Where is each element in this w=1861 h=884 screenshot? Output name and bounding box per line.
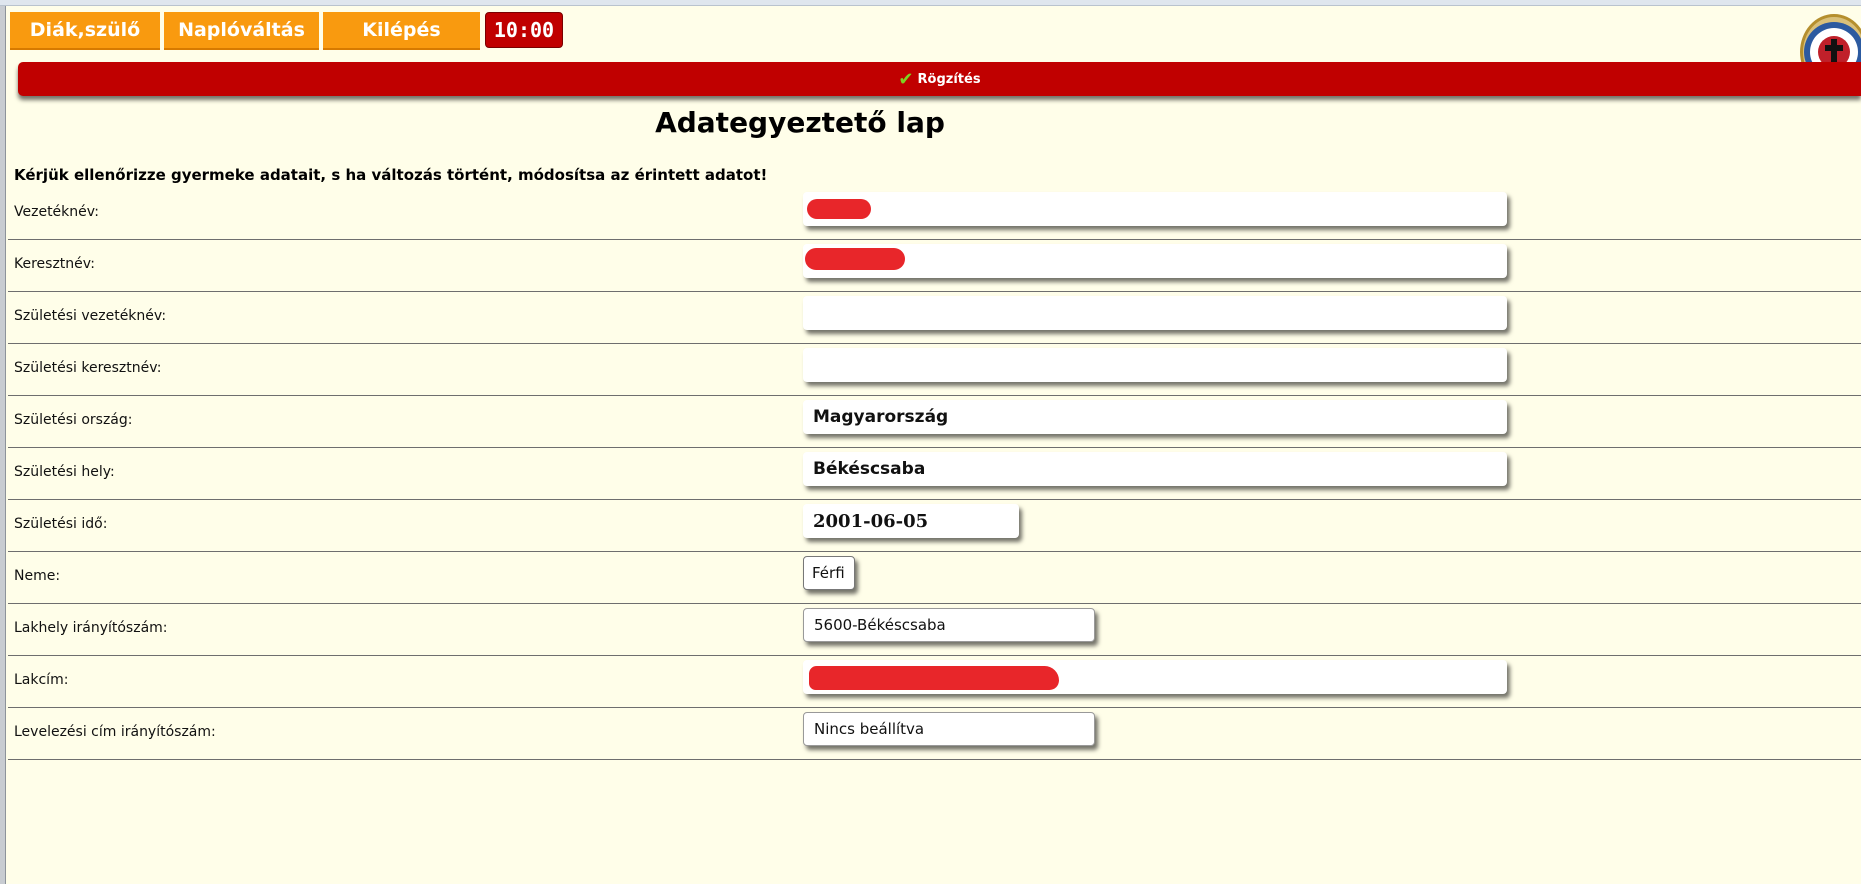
mail-zip-select[interactable]: Nincs beállítva <box>803 712 1095 746</box>
birth-last-name-label: Születési vezetéknév: <box>14 308 167 324</box>
mail-zip-value: Nincs beállítva <box>814 720 925 738</box>
redaction-mark <box>809 666 1059 690</box>
student-parent-button[interactable]: Diák,szülő <box>10 12 160 50</box>
birth-place-field[interactable]: Békéscsaba <box>803 452 1507 486</box>
birth-first-name-label: Születési keresztnév: <box>14 360 162 376</box>
last-name-field[interactable] <box>803 192 1507 226</box>
notice-text: Kérjük ellenőrizze gyermeke adatait, s h… <box>14 166 768 184</box>
form-row-birth-place: Születési hely: Békéscsaba <box>8 448 1861 500</box>
form-row-gender: Neme: Férfi <box>8 552 1861 604</box>
form-row-last-name: Vezetéknév: <box>8 188 1861 240</box>
save-label: Rögzítés <box>917 71 981 87</box>
page-title: Adategyeztető lap <box>655 106 945 139</box>
zip-value: 5600-Békéscsaba <box>814 616 946 634</box>
form-row-birth-country: Születési ország: Magyarország <box>8 396 1861 448</box>
zip-select[interactable]: 5600-Békéscsaba <box>803 608 1095 642</box>
redaction-mark <box>805 248 905 270</box>
gender-value: Férfi <box>812 564 845 582</box>
form-row-birth-first-name: Születési keresztnév: <box>8 344 1861 396</box>
birth-last-name-field[interactable] <box>803 296 1507 330</box>
redaction-mark <box>807 199 871 219</box>
mail-zip-label: Levelezési cím irányítószám: <box>14 724 216 740</box>
form-row-birth-last-name: Születési vezetéknév: <box>8 292 1861 344</box>
form-row-mail-zip: Levelezési cím irányítószám: Nincs beáll… <box>8 708 1861 760</box>
address-label: Lakcím: <box>14 672 69 688</box>
address-field[interactable] <box>803 660 1507 694</box>
first-name-label: Keresztnév: <box>14 256 96 272</box>
switch-log-button[interactable]: Naplóváltás <box>164 12 319 50</box>
form-row-address: Lakcím: <box>8 656 1861 708</box>
birth-date-value: 2001-06-05 <box>813 510 929 532</box>
birth-date-field[interactable]: 2001-06-05 <box>803 504 1019 538</box>
birth-place-label: Születési hely: <box>14 464 115 480</box>
session-timer: 10:00 <box>485 12 563 48</box>
form-row-first-name: Keresztnév: <box>8 240 1861 292</box>
gender-label: Neme: <box>14 568 61 584</box>
browser-top-strip <box>0 0 1861 6</box>
logout-button[interactable]: Kilépés <box>323 12 480 50</box>
save-button[interactable]: ✔ Rögzítés <box>18 62 1861 96</box>
form-row-birth-date: Születési idő: 2001-06-05 <box>8 500 1861 552</box>
birth-country-field[interactable]: Magyarország <box>803 400 1507 434</box>
birth-place-value: Békéscsaba <box>813 459 926 479</box>
form-row-zip: Lakhely irányítószám: 5600-Békéscsaba <box>8 604 1861 656</box>
birth-country-label: Születési ország: <box>14 412 133 428</box>
last-name-label: Vezetéknév: <box>14 204 99 220</box>
gender-select[interactable]: Férfi <box>803 556 855 590</box>
birth-date-label: Születési idő: <box>14 516 108 532</box>
birth-country-value: Magyarország <box>813 407 949 427</box>
first-name-field[interactable] <box>803 244 1507 278</box>
birth-first-name-field[interactable] <box>803 348 1507 382</box>
zip-label: Lakhely irányítószám: <box>14 620 168 636</box>
check-icon: ✔ <box>898 68 914 90</box>
